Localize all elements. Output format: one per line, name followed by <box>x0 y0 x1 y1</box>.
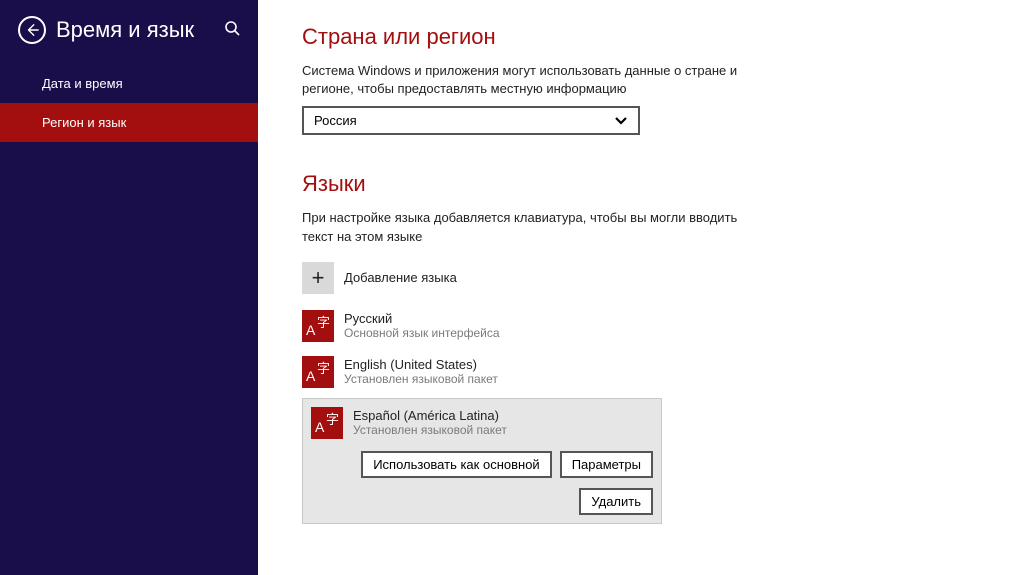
back-button[interactable] <box>18 16 46 44</box>
region-section-desc: Система Windows и приложения могут испол… <box>302 62 752 98</box>
set-primary-button[interactable]: Использовать как основной <box>361 451 552 478</box>
language-icon: A字 <box>302 356 334 388</box>
language-sub: Основной язык интерфейса <box>344 326 500 340</box>
region-dropdown[interactable]: Россия <box>302 106 640 135</box>
languages-section-title: Языки <box>302 171 980 197</box>
search-button[interactable] <box>224 20 240 41</box>
region-section-title: Страна или регион <box>302 24 980 50</box>
language-info: English (United States) Установлен языко… <box>344 357 498 386</box>
language-sub: Установлен языковой пакет <box>344 372 498 386</box>
language-icon: A字 <box>311 407 343 439</box>
language-name: Español (América Latina) <box>353 408 507 423</box>
language-name: Русский <box>344 311 500 326</box>
languages-section-desc: При настройке языка добавляется клавиату… <box>302 209 752 245</box>
main-content: Страна или регион Система Windows и прил… <box>258 0 1024 575</box>
search-icon <box>224 20 240 36</box>
language-icon: A字 <box>302 310 334 342</box>
sidebar-header: Время и язык <box>0 0 258 64</box>
back-arrow-icon <box>25 23 39 37</box>
nav-item-region-language[interactable]: Регион и язык <box>0 103 258 142</box>
chevron-down-icon <box>614 116 628 126</box>
language-actions: Использовать как основной Параметры Удал… <box>311 451 653 515</box>
region-dropdown-value: Россия <box>314 113 357 128</box>
page-title: Время и язык <box>56 17 224 43</box>
language-item-russian[interactable]: A字 Русский Основной язык интерфейса <box>302 306 662 346</box>
language-info: Español (América Latina) Установлен язык… <box>353 408 507 437</box>
add-language-label: Добавление языка <box>344 270 457 285</box>
nav-item-date-time[interactable]: Дата и время <box>0 64 258 103</box>
options-button[interactable]: Параметры <box>560 451 653 478</box>
remove-button[interactable]: Удалить <box>579 488 653 515</box>
add-language-button[interactable]: + Добавление языка <box>302 262 662 294</box>
plus-icon: + <box>302 262 334 294</box>
language-name: English (United States) <box>344 357 498 372</box>
language-info: Русский Основной язык интерфейса <box>344 311 500 340</box>
language-item-spanish[interactable]: A字 Español (América Latina) Установлен я… <box>302 398 662 524</box>
sidebar: Время и язык Дата и время Регион и язык <box>0 0 258 575</box>
language-sub: Установлен языковой пакет <box>353 423 507 437</box>
language-item-english[interactable]: A字 English (United States) Установлен яз… <box>302 352 662 392</box>
